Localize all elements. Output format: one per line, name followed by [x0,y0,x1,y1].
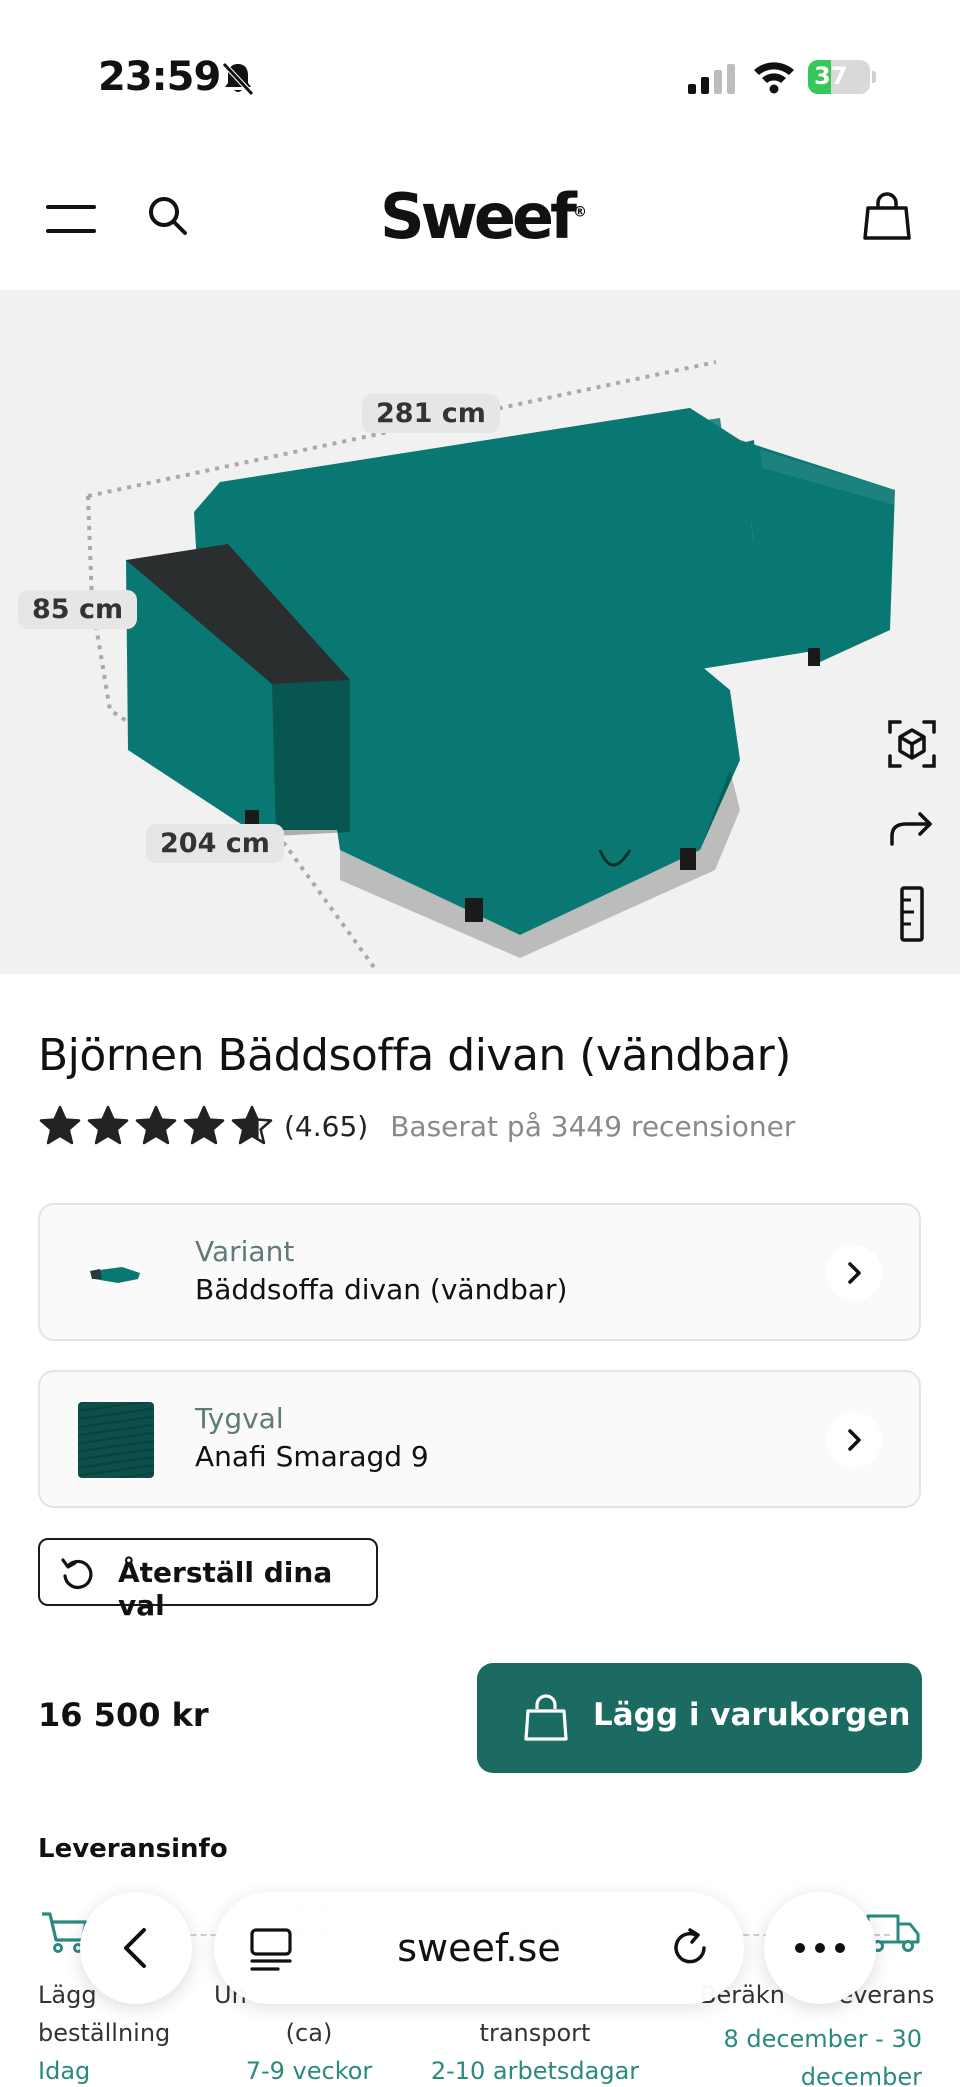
cellular-signal-icon [688,64,735,94]
variant-label: Variant [195,1235,295,1268]
star-icon [39,1105,81,1145]
ar-view-icon[interactable] [884,716,940,772]
fabric-swatch [78,1402,154,1478]
reset-choices-button[interactable]: Återställ dina val [38,1538,378,1622]
reset-icon [61,1558,93,1589]
browser-more-button[interactable] [764,1892,876,2004]
browser-url[interactable]: sweef.se [214,1926,744,1970]
shopping-bag-icon [524,1694,568,1741]
sofa-image [86,360,895,972]
star-icon [183,1105,225,1145]
rating-value: (4.65) [284,1109,369,1143]
product-title: Björnen Bäddsoffa divan (vändbar) [38,1030,791,1081]
fabric-selector[interactable]: Tygval Anafi Smaragd 9 [38,1370,921,1508]
star-icon [135,1105,177,1145]
chevron-left-icon [124,1928,146,1968]
fabric-label: Tygval [195,1402,284,1435]
star-rating [38,1104,274,1148]
chevron-right-icon [826,1245,882,1301]
reload-icon[interactable] [668,1926,712,1970]
add-to-cart-button[interactable]: Lägg i varukorgen [477,1663,922,1773]
width-dimension-label: 281 cm [362,394,500,433]
battery-percent: 37 [814,62,848,90]
search-icon[interactable] [146,194,190,238]
delivery-info-title: Leveransinfo [38,1834,228,1864]
variant-thumbnail [90,1267,140,1283]
sweef-logo[interactable]: Sweef® [380,180,587,253]
browser-back-button[interactable] [80,1892,192,2004]
star-icon [231,1105,273,1145]
variant-selector[interactable]: Variant Bäddsoffa divan (vändbar) [38,1203,921,1341]
star-icon [87,1105,129,1145]
status-time: 23:59 [98,54,221,100]
status-bar: 23:59 37 [0,0,960,150]
share-icon[interactable] [884,800,940,856]
fabric-value: Anafi Smaragd 9 [195,1440,429,1473]
step-transport: transport 2-10 arbetsdagar [430,2019,640,2085]
product-rating[interactable]: (4.65) Baserat på 3449 recensioner [38,1102,795,1150]
height-dimension-label: 85 cm [18,590,138,629]
bell-muted-icon [222,62,254,96]
add-to-cart-label: Lägg i varukorgen [593,1697,911,1733]
shopping-bag-icon[interactable] [862,190,912,242]
reset-label: Återställ dina val [118,1556,333,1622]
hamburger-menu-icon[interactable] [46,202,96,236]
site-header: Sweef® [0,150,960,290]
product-price: 16 500 kr [38,1696,209,1734]
depth-dimension-label: 204 cm [146,824,284,863]
chevron-right-icon [826,1412,882,1468]
wifi-icon [754,62,794,94]
battery-indicator: 37 [808,60,876,94]
browser-address-bar[interactable]: sweef.se [214,1892,744,2004]
variant-value: Bäddsoffa divan (vändbar) [195,1273,568,1306]
ruler-icon[interactable] [884,886,940,942]
product-image-viewer[interactable]: 281 cm 85 cm 204 cm [0,290,960,974]
review-count[interactable]: Baserat på 3449 recensioner [390,1110,795,1143]
more-options-icon [795,1943,845,1953]
